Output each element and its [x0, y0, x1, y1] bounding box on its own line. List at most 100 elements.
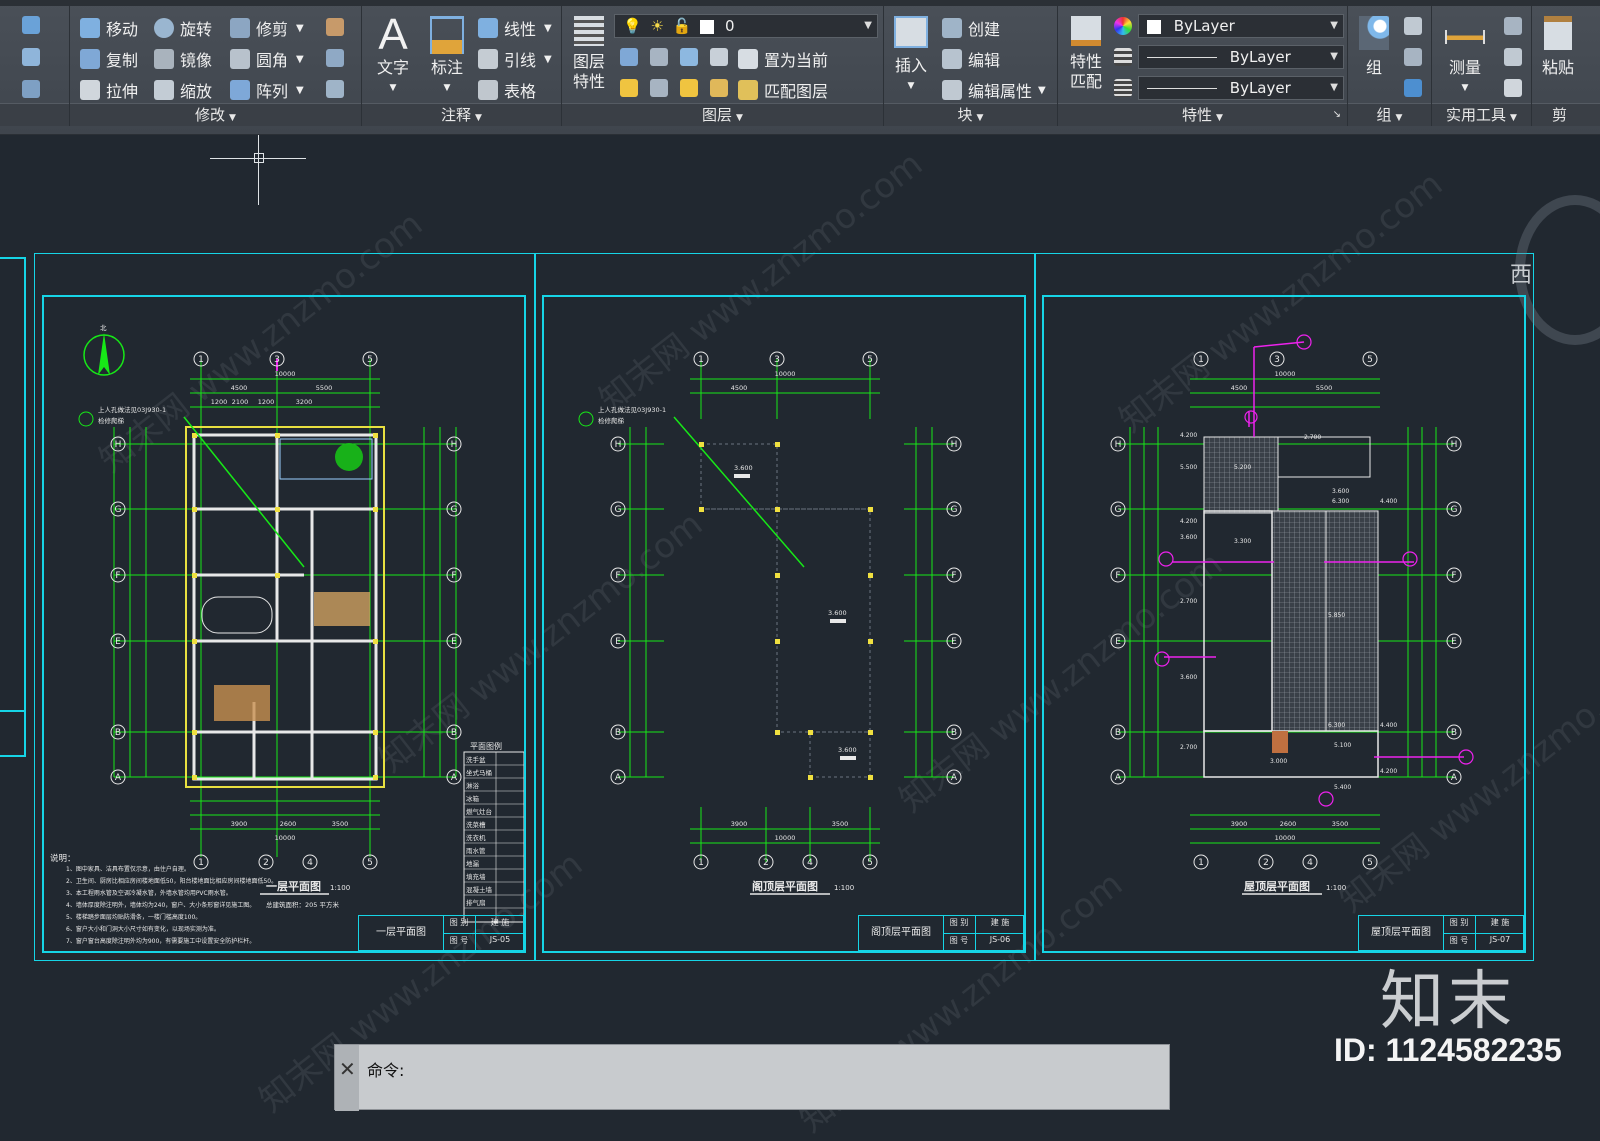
paste-button[interactable]: 粘贴	[1538, 12, 1578, 78]
edit-attributes-button[interactable]: 编辑属性 ▼	[942, 78, 1046, 102]
group-selection-icon[interactable]	[1404, 79, 1422, 97]
dialog-launcher-icon[interactable]: ↘	[1333, 104, 1341, 126]
title-block-drawing-no: JS-07	[1489, 935, 1511, 944]
panel-properties-label[interactable]: 特性 ▼ ↘	[1058, 103, 1347, 126]
linetype-icon[interactable]	[1114, 79, 1132, 97]
floor-plan-2[interactable]: 3.600 3.600 3.600 上人孔做法见03J930-1 检修爬梯 1 …	[544, 297, 1024, 951]
insert-button[interactable]: 插入 ▼	[888, 12, 934, 96]
group-edit-icon[interactable]	[1404, 48, 1422, 66]
lineweight-icon[interactable]	[1114, 48, 1132, 66]
command-line[interactable]: ✕ 命令:	[334, 1044, 1170, 1111]
set-current-button[interactable]: 置为当前	[738, 47, 828, 71]
layer-unlock-icon[interactable]	[710, 79, 728, 97]
axis-label: F	[951, 571, 956, 581]
move-button[interactable]: 移动	[80, 16, 138, 40]
dimension-button[interactable]: 标注 ▼	[422, 12, 472, 98]
axis-label: A	[115, 773, 122, 783]
panel-utilities: 测量 ▼ 实用工具 ▼	[1432, 6, 1532, 126]
panel-clipboard-label[interactable]: 剪	[1532, 103, 1600, 126]
layer-isolate-icon[interactable]	[650, 48, 668, 66]
stretch-button[interactable]: 拉伸	[80, 78, 138, 102]
rotate-icon	[154, 18, 174, 38]
command-prompt[interactable]: 命令:	[367, 1057, 404, 1081]
scale-button[interactable]: 缩放	[154, 78, 212, 102]
roof-plan[interactable]: 1 3 5 1 2 4 5 H G F E B A H G F E B A 4.…	[1044, 297, 1524, 951]
erase-icon[interactable]	[326, 18, 344, 36]
offset-icon[interactable]	[326, 80, 344, 98]
viewcube-west-label[interactable]: 西	[1510, 257, 1532, 289]
edit-block-button[interactable]: 编辑	[942, 47, 1000, 71]
dim-text: 4500	[731, 384, 748, 392]
polyline-icon[interactable]	[22, 16, 40, 34]
panel-utilities-label[interactable]: 实用工具 ▼	[1432, 103, 1531, 126]
close-icon[interactable]: ✕	[339, 1057, 356, 1081]
trim-button[interactable]: 修剪 ▼	[230, 16, 304, 40]
axis-label: 5	[867, 355, 873, 365]
axis-label: E	[1115, 637, 1121, 647]
elevation-mark: 3.000	[1270, 758, 1287, 765]
text-button[interactable]: A 文字 ▼	[368, 12, 418, 98]
notes-header: 说明：	[50, 853, 76, 864]
leader-button[interactable]: 引线 ▼	[478, 47, 552, 71]
copy-icon	[80, 49, 100, 69]
linetype-sample	[1147, 57, 1217, 58]
note-line: 5、楼梯踏步面层均贴防滑条，一楼门槛高度100。	[66, 913, 201, 921]
title-block-category-label: 图 别	[449, 918, 469, 927]
create-block-button[interactable]: 创建	[942, 16, 1000, 40]
layer-on-icon[interactable]	[620, 79, 638, 97]
legend-item: 雨水管	[466, 846, 486, 855]
circle-icon[interactable]	[22, 48, 40, 66]
explode-icon[interactable]	[326, 49, 344, 67]
elevation-mark: 4.200	[1180, 432, 1197, 439]
panel-block-label[interactable]: 块 ▼	[884, 103, 1057, 126]
match-properties-button[interactable]: 特性 匹配	[1062, 12, 1110, 92]
copy-button[interactable]: 复制	[80, 47, 138, 71]
panel-modify-label[interactable]: 修改 ▼	[70, 103, 361, 126]
linear-button[interactable]: 线性 ▼	[478, 16, 552, 40]
layer-freeze-icon[interactable]	[680, 48, 698, 66]
partial-titleblock	[0, 710, 24, 752]
axis-label: H	[1115, 440, 1122, 450]
match-layer-button[interactable]: 匹配图层	[738, 78, 828, 102]
layer-properties-button[interactable]: 图层 特性	[566, 12, 612, 92]
rotate-button[interactable]: 旋转	[154, 16, 212, 40]
fillet-button[interactable]: 圆角 ▼	[230, 47, 304, 71]
sheet-frame-3: 1 3 5 1 2 4 5 H G F E B A H G F E B A 4.…	[1042, 295, 1526, 953]
axis-label: H	[615, 440, 622, 450]
calculator-icon[interactable]	[1504, 79, 1522, 97]
panel-group-label[interactable]: 组 ▼	[1348, 103, 1431, 126]
legend-item: 填充墙	[466, 872, 486, 881]
measure-button[interactable]: 测量 ▼	[1436, 12, 1494, 98]
panel-draw-label[interactable]	[0, 103, 69, 126]
layer-off-icon[interactable]	[620, 48, 638, 66]
panel-annotation-label[interactable]: 注释 ▼	[362, 103, 561, 126]
ungroup-icon[interactable]	[1404, 17, 1422, 35]
color-dropdown[interactable]: ByLayer ▼	[1138, 14, 1344, 38]
mirror-button[interactable]: 镜像	[154, 47, 212, 71]
panel-layers-label[interactable]: 图层 ▼	[562, 103, 883, 126]
layer-unisolate-icon[interactable]	[650, 79, 668, 97]
layer-dropdown[interactable]: 💡 ☀ 🔓 0 ▼	[614, 14, 878, 38]
stair-note: 上人孔做法见03J930-1	[98, 405, 166, 414]
measure-icon	[1445, 30, 1485, 44]
elevation-mark: 6.300	[1332, 498, 1349, 505]
axis-label: E	[951, 637, 957, 647]
layer-lock-icon[interactable]	[710, 48, 728, 66]
lineweight-dropdown[interactable]: ByLayer ▼	[1138, 76, 1344, 100]
axis-label: E	[115, 637, 121, 647]
quickcalc-icon[interactable]	[1504, 48, 1522, 66]
point-style-icon[interactable]	[1504, 17, 1522, 35]
color-wheel-icon[interactable]	[1114, 17, 1132, 35]
table-button[interactable]: 表格	[478, 78, 536, 102]
axis-label: 5	[1367, 355, 1373, 365]
axis-label: A	[1115, 773, 1122, 783]
drawing-canvas[interactable]: 知末网 www.znzmo.com 知末网 www.znzmo.com 知末网 …	[0, 135, 1600, 1141]
linetype-dropdown[interactable]: ByLayer ▼	[1138, 45, 1344, 69]
array-button[interactable]: 阵列 ▼	[230, 78, 304, 102]
floor-plan-1[interactable]: 1 3 5 1 2 4 5 H G F E B A H G F E B A 10…	[44, 297, 524, 951]
elevation-mark: 2.700	[1180, 744, 1197, 751]
rectangle-icon[interactable]	[22, 80, 40, 98]
group-button[interactable]: 组	[1352, 12, 1396, 78]
layer-thaw-icon[interactable]	[680, 79, 698, 97]
axis-label: H	[451, 440, 458, 450]
